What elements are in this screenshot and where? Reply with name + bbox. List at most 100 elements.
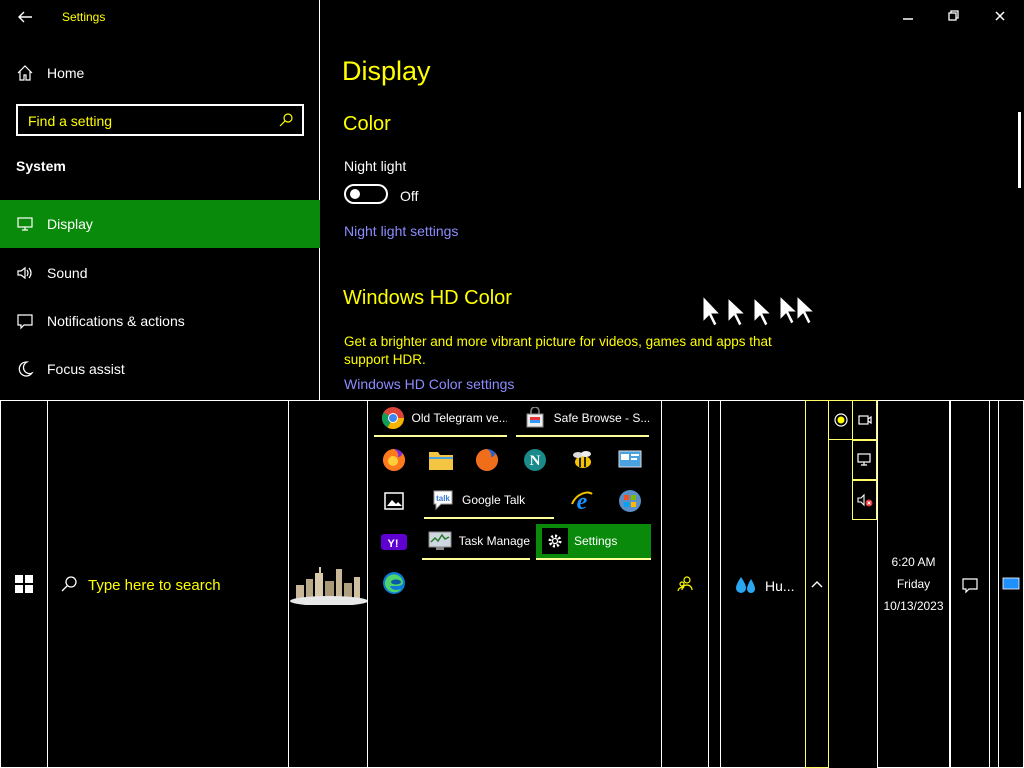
- page-title: Display: [342, 56, 431, 86]
- nav-item-home-label: Home: [47, 65, 85, 81]
- search-icon: [60, 575, 78, 593]
- task-manager-taskbar-button[interactable]: Task Manager: [422, 524, 530, 560]
- system-tray-icons: [828, 400, 878, 520]
- toggle-knob: [350, 189, 360, 199]
- windows-orb-icon: [619, 490, 641, 512]
- svg-text:Y!: Y!: [388, 538, 399, 550]
- speaker-icon: [16, 264, 34, 282]
- safe-browse-window-title: Safe Browse - S...: [553, 411, 649, 425]
- taskbar-search-box[interactable]: Type here to search: [47, 400, 289, 768]
- nav-item-focus-assist[interactable]: Focus assist: [0, 345, 320, 393]
- app-title: Settings: [62, 10, 106, 24]
- close-button[interactable]: [977, 4, 1023, 28]
- shopping-bag-icon: [522, 405, 548, 431]
- nav-item-home[interactable]: Home: [0, 49, 320, 97]
- weather-label: Hu...: [765, 578, 795, 594]
- chrome-window-title: Old Telegram ve...: [411, 411, 507, 425]
- chrome-taskbar-button[interactable]: Old Telegram ve...: [374, 401, 507, 437]
- task-manager-label: Task Manager: [458, 534, 530, 548]
- photos-icon: [384, 492, 404, 510]
- volume-tray-button[interactable]: [852, 480, 877, 520]
- find-setting-input[interactable]: [28, 111, 268, 131]
- night-light-label: Night light: [344, 158, 407, 174]
- settings-taskbar-button[interactable]: Settings: [536, 524, 651, 560]
- start-button[interactable]: [0, 400, 48, 768]
- camera-tray-button[interactable]: [852, 400, 877, 440]
- people-button[interactable]: [661, 400, 709, 768]
- nav-item-notifications[interactable]: Notifications & actions: [0, 297, 320, 345]
- photos-taskbar-button[interactable]: [374, 483, 414, 519]
- edge-taskbar-button[interactable]: [374, 565, 414, 601]
- water-drop-icon: [733, 573, 759, 599]
- control-panel-taskbar-button[interactable]: [610, 442, 650, 478]
- folder-icon: [429, 452, 453, 470]
- search-icon[interactable]: [278, 112, 294, 128]
- network-tray-button[interactable]: [852, 440, 877, 480]
- netscape-icon: N: [524, 449, 546, 471]
- file-explorer-taskbar-button[interactable]: [421, 442, 461, 478]
- netscape-taskbar-button[interactable]: N: [515, 442, 555, 478]
- moon-icon: [16, 360, 34, 378]
- record-icon: [833, 413, 848, 427]
- home-icon: [16, 64, 34, 82]
- svg-text:talk: talk: [436, 494, 450, 503]
- weather-widget-button[interactable]: Hu...: [720, 400, 806, 768]
- network-icon: [856, 453, 871, 466]
- yahoo-messenger-taskbar-button[interactable]: Y!: [374, 524, 414, 560]
- hd-color-section-heading: Windows HD Color: [343, 287, 512, 309]
- nav-item-sound-label: Sound: [47, 265, 88, 281]
- find-setting-search-box[interactable]: [16, 104, 304, 136]
- yahoo-icon: Y!: [381, 534, 407, 550]
- message-icon: [16, 312, 34, 330]
- hd-color-settings-link[interactable]: Windows HD Color settings: [344, 376, 514, 392]
- color-section-heading: Color: [343, 113, 391, 135]
- taskbar: Type here to search Old Telegram ve... S…: [0, 400, 1024, 768]
- notification-icon: [961, 576, 979, 594]
- restore-button[interactable]: [931, 4, 977, 28]
- hd-color-description: Get a brighter and more vibrant picture …: [344, 334, 772, 367]
- svg-text:N: N: [530, 453, 541, 469]
- system-tray: [828, 400, 878, 768]
- clock-day: Friday: [896, 577, 931, 591]
- camera-icon: [857, 415, 872, 425]
- bee-icon: [573, 451, 591, 468]
- task-manager-icon: [428, 528, 453, 554]
- safe-browse-taskbar-button[interactable]: Safe Browse - S...: [516, 401, 649, 437]
- control-panel-icon: [618, 450, 642, 468]
- internet-explorer-icon: e: [571, 489, 593, 514]
- taskbar-search-placeholder: Type here to search: [88, 577, 221, 594]
- clock-time: 6:20 AM: [891, 555, 936, 569]
- scrollbar-thumb[interactable]: [1018, 112, 1021, 188]
- firefox-taskbar-button[interactable]: [374, 442, 414, 478]
- city-skyline-icon: [290, 567, 368, 605]
- firefox-alt-taskbar-button[interactable]: [467, 442, 507, 478]
- record-tray-button[interactable]: [828, 400, 853, 440]
- bee-app-taskbar-button[interactable]: [562, 442, 602, 478]
- news-widget-button[interactable]: [288, 400, 368, 768]
- night-light-state: Off: [400, 188, 419, 204]
- night-light-settings-link[interactable]: Night light settings: [344, 223, 458, 239]
- edge-icon: [383, 572, 405, 594]
- google-talk-taskbar-button[interactable]: talk Google Talk: [424, 483, 554, 519]
- show-hidden-icons-button[interactable]: [805, 400, 829, 768]
- settings-navigation-pane: Settings Home System Display Sound: [0, 0, 320, 400]
- settings-content-pane: Display Color Night light Off Night ligh…: [321, 0, 1024, 400]
- nav-item-notifications-label: Notifications & actions: [47, 313, 185, 329]
- nav-item-focus-assist-label: Focus assist: [47, 361, 125, 377]
- windows-logo-icon: [15, 575, 33, 593]
- windows-media-taskbar-button[interactable]: [610, 483, 650, 519]
- section-heading-system: System: [16, 158, 66, 174]
- night-light-toggle[interactable]: [344, 184, 388, 204]
- minimize-button[interactable]: [885, 4, 931, 28]
- nav-item-display[interactable]: Display: [0, 200, 320, 248]
- back-arrow-icon[interactable]: [16, 8, 34, 26]
- clock-button[interactable]: 6:20 AM Friday 10/13/2023: [877, 400, 950, 768]
- action-center-button[interactable]: [950, 400, 990, 768]
- people-icon: [676, 575, 694, 593]
- show-desktop-button[interactable]: [998, 400, 1024, 768]
- chevron-up-icon: [810, 577, 824, 591]
- nav-item-sound[interactable]: Sound: [0, 249, 320, 297]
- chrome-icon: [380, 405, 406, 431]
- internet-explorer-taskbar-button[interactable]: e: [562, 483, 602, 519]
- settings-window: Settings Home System Display Sound: [0, 0, 1024, 400]
